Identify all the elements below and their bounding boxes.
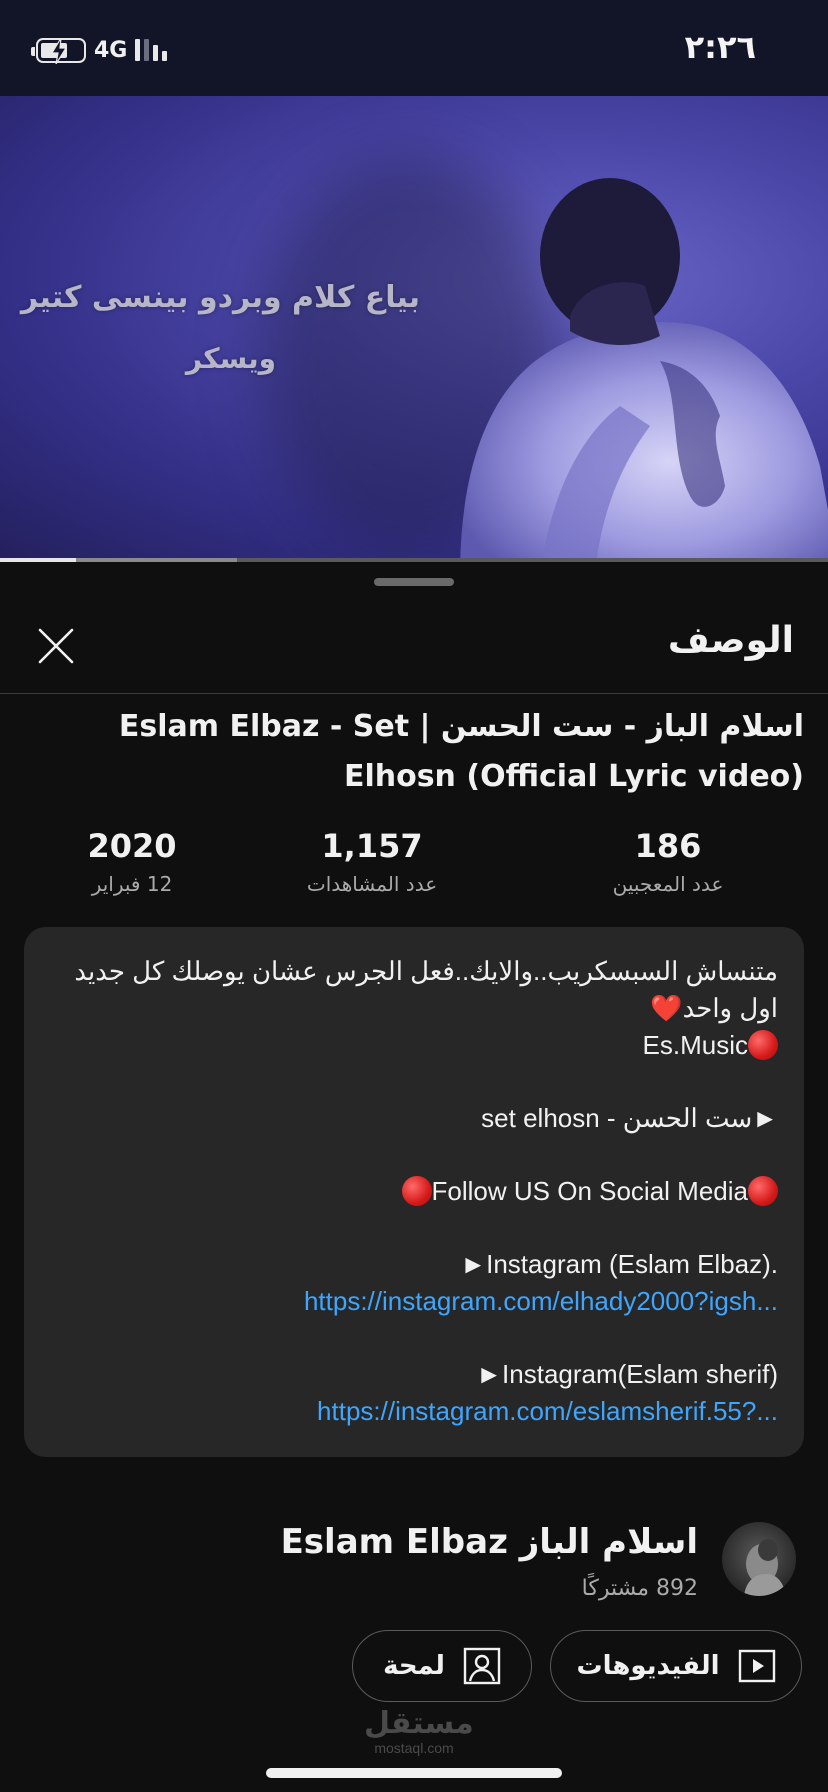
video-player[interactable]: بياع كلام وبردو بينسى كتير ويسكر [0,96,828,558]
description-follow: Follow US On Social Media [50,1173,778,1210]
red-circle-icon [401,1176,432,1206]
video-lyric-line-1: بياع كلام وبردو بينسى كتير [20,280,420,315]
views-label: عدد المشاهدات [306,872,438,896]
stat-views: 1,157 عدد المشاهدات [262,824,482,900]
description-box[interactable]: متنساش السبسكريب..والايك..فعل الجرس عشان… [24,927,804,1457]
sheet-drag-handle[interactable] [374,578,454,586]
videos-button[interactable]: الفيديوهات [550,1630,802,1702]
video-frame-figure [460,178,828,558]
stat-date: 2020 12 فبراير [22,824,242,900]
video-lyric-line-2: ويسكر [185,342,276,375]
network-type: 4G [94,37,128,63]
description-instagram-1: ►Instagram (Eslam Elbaz). https://instag… [303,1249,778,1316]
description-track: ►ست الحسن - set elhosn [481,1103,778,1133]
description-instagram-2: ►Instagram(Eslam sherif) https://instagr… [317,1359,778,1426]
description-intro: متنساش السبسكريب..والايك..فعل الجرس عشان… [74,956,778,1023]
mostaql-watermark: مستقل mostaql.com [364,1706,474,1757]
channel-avatar[interactable] [722,1522,796,1596]
status-time: ٢:٢٦ [684,28,756,66]
about-button-label: لمحة [383,1651,445,1681]
videos-button-label: الفيديوهات [576,1651,720,1681]
channel-subscribers: 892 مشتركًا [581,1576,698,1601]
red-circle-icon [748,1176,778,1206]
instagram-link-1[interactable]: https://instagram.com/elhady2000?igsh... [304,1286,778,1316]
red-circle-icon [748,1030,778,1060]
sheet-title: الوصف [667,620,794,661]
channel-name[interactable]: اسلام الباز Eslam Elbaz [281,1522,698,1562]
sheet-header: الوصف [0,602,828,694]
views-count: 1,157 [321,827,423,865]
description-sheet: الوصف اسلام الباز - ست الحسن | Eslam Elb… [0,562,828,1792]
publish-date: 12 فبراير [91,872,173,896]
person-card-icon [463,1647,501,1685]
instagram-link-2[interactable]: https://instagram.com/eslamsherif.55?... [317,1396,778,1426]
likes-count: 186 [634,827,702,865]
watermark-latin: mostaql.com [374,1740,454,1756]
status-bar: 4G ٢:٢٦ [0,0,828,96]
video-title: اسلام الباز - ست الحسن | Eslam Elbaz - S… [118,709,804,794]
publish-year: 2020 [87,827,177,865]
channel-info[interactable]: اسلام الباز Eslam Elbaz 892 مشتركًا [0,1522,828,1642]
play-square-icon [738,1649,775,1683]
home-indicator[interactable] [266,1768,562,1778]
watermark-arabic: مستقل [364,1706,474,1741]
close-icon[interactable] [34,624,78,668]
about-button[interactable]: لمحة [352,1630,532,1702]
battery-charging-icon [31,37,86,64]
likes-label: عدد المعجبين [612,872,724,896]
stat-likes: 186 عدد المعجبين [558,824,778,900]
heart-icon: ❤️ [650,993,683,1023]
status-indicators: 4G [31,34,168,66]
signal-strength-icon [135,39,168,61]
description-brand: Es.Music [50,1027,778,1064]
video-stats: 186 عدد المعجبين 1,157 عدد المشاهدات 202… [0,824,828,904]
